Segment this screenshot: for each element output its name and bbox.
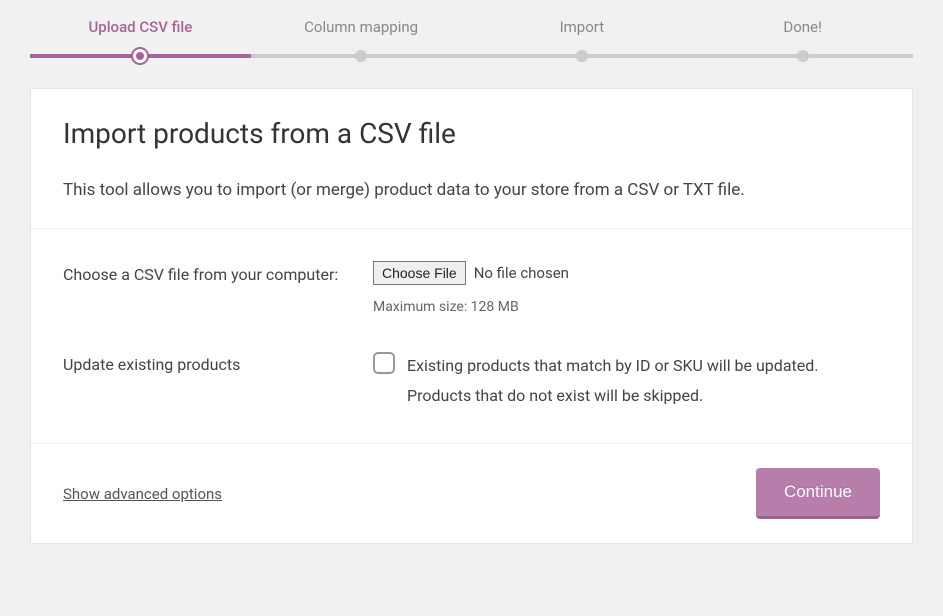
step-done: Done! [692,18,913,54]
continue-button[interactable]: Continue [756,468,880,519]
page-title: Import products from a CSV file [63,117,880,150]
page-description: This tool allows you to import (or merge… [63,178,880,204]
import-panel: Import products from a CSV file This too… [30,88,913,544]
update-existing-description: Existing products that match by ID or SK… [407,351,880,412]
file-field-label: Choose a CSV file from your computer: [63,261,373,315]
step-upload: Upload CSV file [30,18,251,54]
step-import: Import [472,18,693,54]
choose-file-button[interactable]: Choose File [373,261,466,285]
show-advanced-link[interactable]: Show advanced options [63,485,222,503]
progress-stepper: Upload CSV file Column mapping Import Do… [30,0,913,58]
update-field-label: Update existing products [63,351,373,412]
file-status-text: No file chosen [474,264,569,282]
progress-fill [30,54,251,58]
update-existing-checkbox[interactable] [373,352,395,374]
step-mapping: Column mapping [251,18,472,54]
file-size-hint: Maximum size: 128 MB [373,299,880,315]
